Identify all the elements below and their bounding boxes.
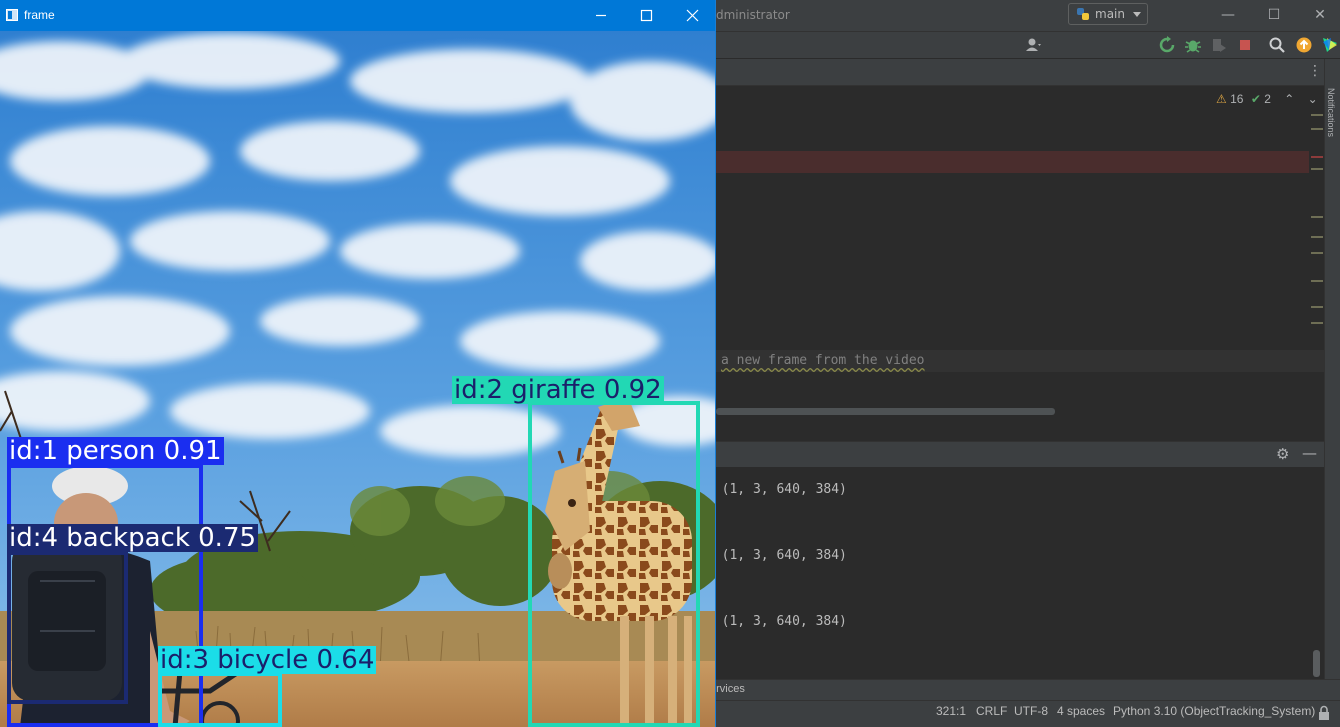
python-icon	[1077, 8, 1089, 20]
stripe-mark[interactable]	[1311, 216, 1323, 218]
run-console[interactable]	[716, 467, 1324, 679]
chevron-up-icon[interactable]: ⌃	[1284, 92, 1294, 106]
stripe-mark[interactable]	[1311, 280, 1323, 282]
minimize-panel-icon[interactable]: —	[1302, 444, 1317, 462]
warning-count: 16	[1230, 92, 1244, 106]
stripe-mark[interactable]	[1311, 306, 1323, 308]
tool-window-bar	[716, 679, 1340, 700]
check-icon: ✔	[1250, 92, 1261, 106]
search-icon[interactable]	[1268, 36, 1286, 54]
console-scrollbar[interactable]	[1313, 650, 1320, 677]
indent-setting[interactable]: 4 spaces	[1057, 704, 1105, 718]
detection-box-giraffe	[528, 401, 700, 727]
stripe-mark[interactable]	[1311, 236, 1323, 238]
ide-minimize-icon[interactable]: —	[1218, 6, 1238, 24]
error-highlight-line	[716, 151, 1309, 173]
jetbrains-logo-icon[interactable]	[1321, 36, 1339, 54]
detection-label-person: id:1 person 0.91	[7, 436, 224, 466]
detection-box-bicycle	[158, 672, 282, 727]
maximize-icon[interactable]	[624, 0, 670, 31]
editor-tabs	[716, 59, 1324, 86]
branch-label: main	[1095, 7, 1125, 21]
detection-label-bicycle: id:3 bicycle 0.64	[158, 645, 377, 675]
lock-icon[interactable]	[1316, 705, 1332, 721]
file-encoding[interactable]: UTF-8	[1014, 704, 1048, 718]
update-icon[interactable]	[1295, 36, 1313, 54]
video-frame: id:2 giraffe 0.92 id:1 person 0.91 id:4 …	[0, 31, 715, 727]
detection-label-backpack: id:4 backpack 0.75	[7, 523, 259, 553]
chevron-down-icon	[1133, 12, 1141, 17]
stripe-mark[interactable]	[1311, 168, 1323, 170]
run-panel-header: ⚙ —	[716, 441, 1324, 467]
minimize-icon[interactable]	[578, 0, 624, 31]
notifications-tab[interactable]: Notifications	[1326, 88, 1336, 137]
warning-icon: ⚠	[1216, 92, 1227, 106]
stripe-mark[interactable]	[1311, 114, 1323, 116]
stripe-mark[interactable]	[1311, 156, 1323, 158]
stripe-mark[interactable]	[1311, 252, 1323, 254]
detection-label-giraffe: id:2 giraffe 0.92	[452, 375, 664, 405]
code-comment[interactable]: a new frame from the video	[721, 353, 925, 368]
frame-titlebar[interactable]: frame	[0, 0, 716, 31]
frame-window-title: frame	[24, 8, 55, 22]
stripe-mark[interactable]	[1311, 128, 1323, 130]
ide-maximize-icon[interactable]: ☐	[1264, 6, 1284, 24]
chevron-down-icon[interactable]: ⌄	[1308, 92, 1318, 106]
app-icon	[6, 9, 18, 21]
detection-box-backpack	[7, 551, 128, 704]
gear-icon[interactable]: ⚙	[1276, 445, 1289, 463]
branch-selector[interactable]: main	[1068, 3, 1148, 25]
rerun-icon[interactable]	[1158, 36, 1176, 54]
console-line: e (1, 3, 640, 384)	[706, 482, 847, 497]
inspection-widget[interactable]: ⚠ 16 ✔ 2 ⌃ ⌄	[1216, 92, 1318, 106]
stripe-mark[interactable]	[1311, 322, 1323, 324]
console-line: e (1, 3, 640, 384)	[706, 614, 847, 629]
close-icon[interactable]	[670, 0, 716, 31]
coverage-icon[interactable]	[1210, 36, 1228, 54]
frame-window: frame id:2 giraffe 0.92 id:1 person 0.91…	[0, 0, 716, 727]
check-count: 2	[1264, 92, 1271, 106]
line-separator[interactable]: CRLF	[976, 704, 1007, 718]
right-tool-strip	[1324, 59, 1340, 679]
console-line: e (1, 3, 640, 384)	[706, 548, 847, 563]
user-icon[interactable]	[1024, 36, 1042, 54]
ide-close-icon[interactable]: ✕	[1310, 6, 1330, 24]
caret-position[interactable]: 321:1	[936, 704, 966, 718]
python-interpreter[interactable]: Python 3.10 (ObjectTracking_System)	[1113, 704, 1315, 718]
more-tabs-icon[interactable]: ⋮	[1308, 64, 1322, 78]
stop-icon[interactable]	[1236, 36, 1254, 54]
error-stripe[interactable]	[1308, 112, 1324, 418]
ide-window-title: dministrator	[716, 8, 790, 22]
debug-icon[interactable]	[1184, 36, 1202, 54]
horizontal-scrollbar[interactable]	[716, 408, 1055, 415]
